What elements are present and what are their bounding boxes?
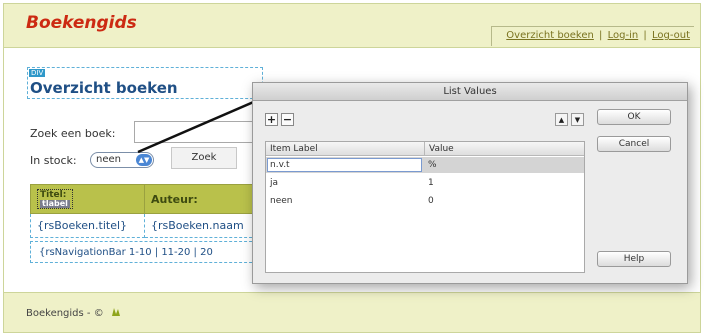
arrow-up-icon: ▲ <box>558 116 565 124</box>
list-header: Item Label Value <box>266 142 584 156</box>
move-down-button[interactable]: ▼ <box>571 113 584 126</box>
dialog-title[interactable]: List Values <box>253 83 687 101</box>
item-label-edit-input[interactable]: n.v.t <box>267 158 422 172</box>
list-item[interactable]: n.v.t % <box>266 157 584 173</box>
list-values-table: Item Label Value n.v.t % ja 1 neen 0 <box>265 141 585 273</box>
add-item-button[interactable]: + <box>265 113 278 126</box>
move-up-button[interactable]: ▲ <box>555 113 568 126</box>
column-item-label: Item Label <box>270 144 318 154</box>
help-button[interactable]: Help <box>597 251 671 267</box>
ok-button[interactable]: OK <box>597 109 671 125</box>
item-value: 0 <box>428 196 434 206</box>
item-value: 1 <box>428 178 434 188</box>
item-value: % <box>428 160 437 170</box>
item-label: neen <box>270 196 293 206</box>
arrow-down-icon: ▼ <box>574 116 581 124</box>
list-item[interactable]: neen 0 <box>266 193 584 209</box>
list-item[interactable]: ja 1 <box>266 175 584 191</box>
list-values-dialog: List Values + − ▲ ▼ Item Label Value n.v… <box>252 82 688 284</box>
remove-item-button[interactable]: − <box>281 113 294 126</box>
column-value: Value <box>424 142 454 156</box>
cancel-button[interactable]: Cancel <box>597 136 671 152</box>
item-label: ja <box>270 178 279 188</box>
